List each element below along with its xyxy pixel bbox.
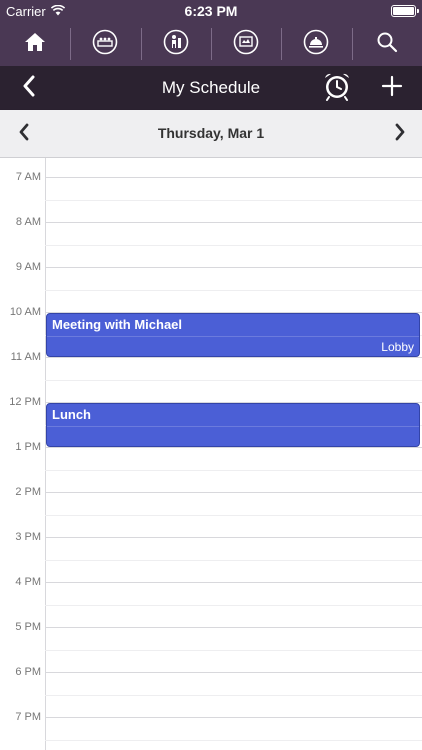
half-hour-line — [45, 739, 422, 741]
hour-line — [45, 537, 422, 538]
hour-label: 7 PM — [15, 711, 41, 723]
event-half-hour-divider — [47, 425, 419, 427]
half-hour-line — [45, 379, 422, 381]
hour-line — [45, 492, 422, 493]
hour-line — [45, 672, 422, 673]
status-time: 6:23 PM — [184, 3, 238, 19]
hour-line — [45, 717, 422, 718]
current-date: Thursday, Mar 1 — [157, 125, 265, 141]
hour-line — [45, 357, 422, 358]
event-title: Meeting with Michael — [52, 317, 183, 332]
room-icon — [233, 29, 259, 60]
hour-label: 11 AM — [10, 351, 41, 363]
add-event-button[interactable] — [377, 74, 407, 102]
event-location: Lobby — [381, 340, 414, 354]
nav-concierge-button[interactable] — [281, 22, 351, 66]
header-bar: My Schedule — [0, 66, 422, 110]
hour-label: 9 AM — [15, 261, 41, 273]
page-title: My Schedule — [161, 78, 261, 97]
hour-label: 8 AM — [15, 216, 41, 228]
hour-label: 5 PM — [15, 621, 41, 633]
half-hour-line — [45, 514, 422, 516]
guest-services-icon — [163, 29, 189, 60]
alarm-clock-icon — [322, 71, 352, 106]
hour-line — [45, 222, 422, 223]
half-hour-line — [45, 694, 422, 696]
hour-line — [45, 627, 422, 628]
hour-line — [45, 177, 422, 178]
hour-label: 12 PM — [9, 396, 41, 408]
time-gutter-divider — [45, 158, 46, 750]
half-hour-line — [45, 199, 422, 201]
top-nav-bar — [0, 22, 422, 66]
hour-label: 7 AM — [15, 171, 41, 183]
battery-icon — [391, 5, 419, 17]
event-title: Lunch — [52, 407, 91, 422]
day-schedule[interactable]: 7 AM 8 AM 9 AM 10 AM 11 AM 12 PM 1 PM 2 PM 3 PM 4… — [0, 158, 422, 750]
concierge-bell-icon — [303, 29, 329, 60]
hotel-front-desk-icon — [92, 29, 118, 60]
hour-line — [45, 447, 422, 448]
event-block[interactable]: Meeting with Michael Lobby — [46, 313, 420, 357]
half-hour-line — [45, 649, 422, 651]
date-navigator: Thursday, Mar 1 — [0, 110, 422, 158]
nav-room-button[interactable] — [210, 22, 281, 66]
hour-line — [45, 267, 422, 268]
nav-guest-services-button[interactable] — [140, 22, 211, 66]
half-hour-line — [45, 469, 422, 471]
half-hour-line — [45, 559, 422, 561]
hour-label: 10 AM — [9, 306, 41, 318]
nav-search-button[interactable] — [351, 22, 422, 66]
half-hour-line — [45, 289, 422, 291]
chevron-right-icon — [394, 123, 406, 146]
half-hour-line — [45, 604, 422, 606]
event-block[interactable]: Lunch — [46, 403, 420, 447]
hour-label: 1 PM — [15, 441, 41, 453]
half-hour-line — [45, 244, 422, 246]
nav-home-button[interactable] — [0, 22, 70, 66]
hour-label: 3 PM — [15, 531, 41, 543]
event-half-hour-divider — [47, 335, 419, 337]
nav-front-desk-button[interactable] — [70, 22, 140, 66]
hour-label: 2 PM — [15, 486, 41, 498]
plus-icon — [381, 75, 403, 102]
alarm-button[interactable] — [320, 72, 354, 104]
hour-line — [45, 582, 422, 583]
hour-label: 4 PM — [15, 576, 41, 588]
hour-label: 6 PM — [15, 666, 41, 678]
status-bar: Carrier 6:23 PM — [0, 0, 422, 22]
home-icon — [24, 32, 46, 57]
next-day-button[interactable] — [386, 120, 414, 148]
search-icon — [376, 31, 398, 58]
